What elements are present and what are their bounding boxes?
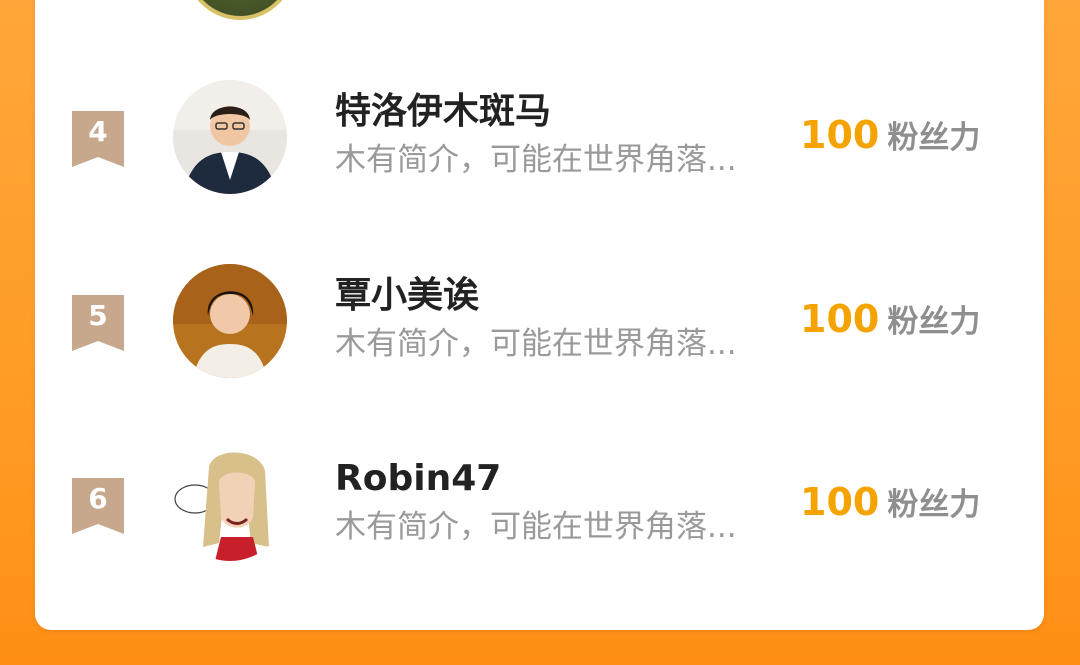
avatar-partial-rank-3[interactable] <box>185 0 295 20</box>
avatar[interactable] <box>173 264 287 378</box>
user-bio: 木有简介，可能在世界角落... <box>335 509 737 545</box>
user-name[interactable]: Robin47 <box>335 456 501 502</box>
list-item[interactable]: 6 Robin47 木有简介，可能在世界角落... 100 粉丝力 <box>35 446 1044 566</box>
rank-number: 4 <box>88 115 108 148</box>
user-name[interactable]: 特洛伊木斑马 <box>335 89 551 135</box>
user-bio: 木有简介，可能在世界角落... <box>335 142 737 178</box>
user-bio: 木有简介，可能在世界角落... <box>335 326 737 362</box>
rank-number: 6 <box>88 482 108 515</box>
fans-label: 粉丝力 <box>887 120 981 156</box>
rank-badge: 5 <box>72 295 124 351</box>
list-item[interactable]: 4 特洛伊木斑马 木有简介，可能在世界角落... 100 粉丝力 <box>35 79 1044 199</box>
avatar[interactable] <box>173 447 287 561</box>
leaderboard-card: 4 特洛伊木斑马 木有简介，可能在世界角落... 100 粉丝力 5 覃小美诶 … <box>35 0 1044 630</box>
fans-power: 100 粉丝力 <box>800 111 980 167</box>
fans-power: 100 粉丝力 <box>800 295 980 351</box>
fans-count: 100 <box>800 297 880 341</box>
fans-label: 粉丝力 <box>887 304 981 340</box>
list-item[interactable]: 5 覃小美诶 木有简介，可能在世界角落... 100 粉丝力 <box>35 263 1044 383</box>
fans-count: 100 <box>800 113 880 157</box>
rank-badge: 4 <box>72 111 124 167</box>
fans-count: 100 <box>800 480 880 524</box>
rank-badge: 6 <box>72 478 124 534</box>
fans-power: 100 粉丝力 <box>800 478 980 534</box>
user-name[interactable]: 覃小美诶 <box>335 273 479 319</box>
rank-number: 5 <box>88 299 108 332</box>
avatar[interactable] <box>173 80 287 194</box>
fans-label: 粉丝力 <box>887 487 981 523</box>
